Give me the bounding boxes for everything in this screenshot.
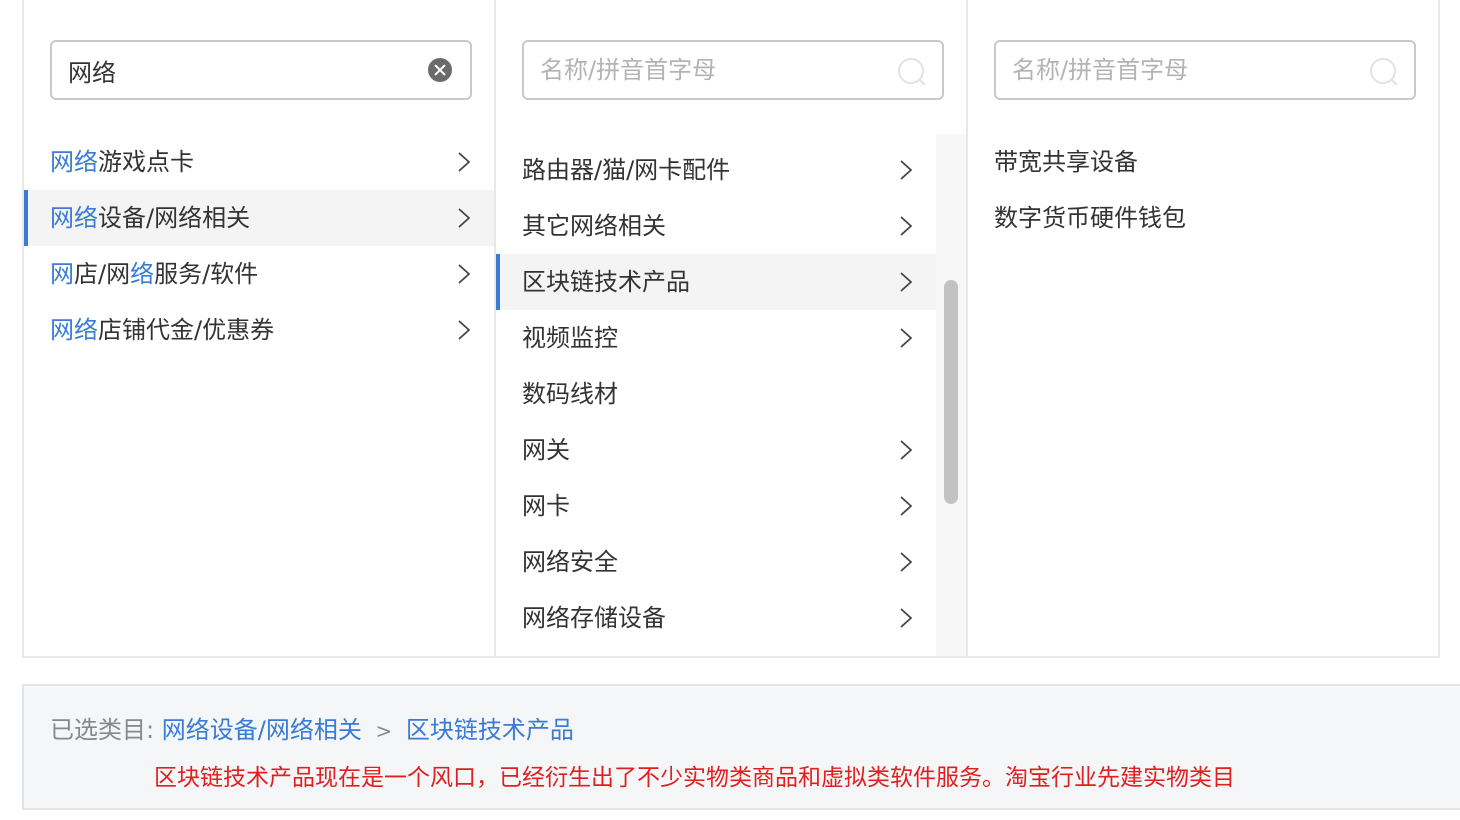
category-column-level-2: 路由器/猫/网卡配件其它网络相关区块链技术产品视频监控数码线材网关网卡网络安全网… (496, 0, 968, 656)
chevron-right-icon (900, 272, 912, 292)
level-2-search-input[interactable] (524, 42, 942, 98)
search-match-highlight: 网 (50, 260, 74, 288)
category-label-text: 店铺代金/优惠券 (98, 316, 275, 344)
chevron-right-icon (458, 152, 470, 172)
category-label-text: 网关 (522, 436, 570, 464)
level-2-category-item[interactable]: 其它网络相关 (496, 198, 936, 254)
chevron-right-icon (900, 496, 912, 516)
category-label-text: 网络存储设备 (522, 604, 666, 632)
category-label-text: 网络安全 (522, 548, 618, 576)
level-1-category-item[interactable]: 网络店铺代金/优惠券 (24, 302, 494, 358)
search-match-highlight: 络 (130, 260, 155, 288)
selected-category-label: 已选类目: (50, 716, 155, 744)
breadcrumb-level-2[interactable]: 区块链技术产品 (406, 716, 574, 744)
chevron-right-icon (900, 552, 912, 572)
level-2-category-item[interactable]: 视频监控 (496, 310, 936, 366)
level-2-category-item[interactable]: 网关 (496, 422, 936, 478)
category-column-level-1: 网络游戏点卡网络设备/网络相关网店/网络服务/软件网络店铺代金/优惠券 (24, 0, 496, 656)
level-3-category-item[interactable]: 带宽共享设备 (968, 134, 1438, 190)
category-label-text: 游戏点卡 (98, 148, 194, 176)
level-1-category-item[interactable]: 网络游戏点卡 (24, 134, 494, 190)
level-2-scrollbar[interactable] (936, 134, 966, 656)
category-label-text: 网卡 (522, 492, 570, 520)
category-selector-panel: 网络游戏点卡网络设备/网络相关网店/网络服务/软件网络店铺代金/优惠券 路由器/… (22, 0, 1440, 658)
chevron-right-icon (900, 328, 912, 348)
chevron-right-icon (458, 320, 470, 340)
category-label-text: 店/网 (74, 260, 131, 288)
level-2-category-item[interactable]: 数码线材 (496, 366, 936, 422)
level-1-category-item[interactable]: 网络设备/网络相关 (24, 190, 494, 246)
category-label-text: 带宽共享设备 (994, 148, 1138, 176)
breadcrumb-level-1[interactable]: 网络设备/网络相关 (162, 716, 362, 744)
level-1-category-item[interactable]: 网店/网络服务/软件 (24, 246, 494, 302)
category-label-text: 路由器/猫/网卡配件 (522, 156, 731, 184)
search-match-highlight: 网络 (50, 148, 98, 176)
breadcrumb: 已选类目: 网络设备/网络相关 > 区块链技术产品 (50, 710, 574, 745)
search-match-highlight: 网络 (50, 204, 98, 232)
level-2-category-item[interactable]: 路由器/猫/网卡配件 (496, 142, 936, 198)
search-icon[interactable] (1368, 56, 1400, 88)
search-icon[interactable] (896, 56, 928, 88)
chevron-right-icon (458, 264, 470, 284)
category-label-text: 设备/网络相关 (98, 204, 251, 232)
level-1-search-box (50, 40, 472, 100)
chevron-right-icon (900, 160, 912, 180)
level-3-search-input[interactable] (996, 42, 1414, 98)
chevron-right-icon (900, 216, 912, 236)
category-label-text: 区块链技术产品 (522, 268, 690, 296)
level-2-category-item[interactable]: 网卡 (496, 478, 936, 534)
level-2-category-list: 路由器/猫/网卡配件 其它网络相关 区块链技术产品 视频监控数码线材网关网卡网络安全网… (496, 142, 936, 646)
level-1-search-input[interactable] (52, 42, 470, 98)
level-2-search-box (522, 40, 944, 100)
category-column-level-3: 带宽共享设备数字货币硬件钱包 (968, 0, 1440, 656)
category-label-text: 数码线材 (522, 380, 618, 408)
level-2-category-item[interactable]: 区块链技术产品 (496, 254, 936, 310)
search-match-highlight: 网络 (50, 316, 98, 344)
level-2-scrollbar-thumb[interactable] (944, 280, 958, 504)
level-1-category-list: 网络游戏点卡 网络设备/网络相关 网店/网络服务/软件 网络店铺代金/优惠券 (24, 134, 494, 358)
chevron-right-icon (900, 440, 912, 460)
selected-category-footer: 已选类目: 网络设备/网络相关 > 区块链技术产品 区块链技术产品现在是一个风口… (22, 684, 1460, 810)
level-3-category-item[interactable]: 数字货币硬件钱包 (968, 190, 1438, 246)
breadcrumb-separator: > (375, 719, 393, 743)
level-3-search-box (994, 40, 1416, 100)
category-label-text: 其它网络相关 (522, 212, 666, 240)
chevron-right-icon (458, 208, 470, 228)
level-3-category-list: 带宽共享设备数字货币硬件钱包 (968, 134, 1438, 246)
category-label-text: 数字货币硬件钱包 (994, 204, 1186, 232)
chevron-right-icon (900, 608, 912, 628)
clear-circle-icon[interactable] (428, 58, 452, 82)
category-label-text: 视频监控 (522, 324, 618, 352)
category-label-text: 服务/软件 (154, 260, 259, 288)
level-2-category-item[interactable]: 网络存储设备 (496, 590, 936, 646)
level-2-category-item[interactable]: 网络安全 (496, 534, 936, 590)
category-notice: 区块链技术产品现在是一个风口，已经衍生出了不少实物类商品和虚拟类软件服务。淘宝行… (154, 765, 1235, 791)
